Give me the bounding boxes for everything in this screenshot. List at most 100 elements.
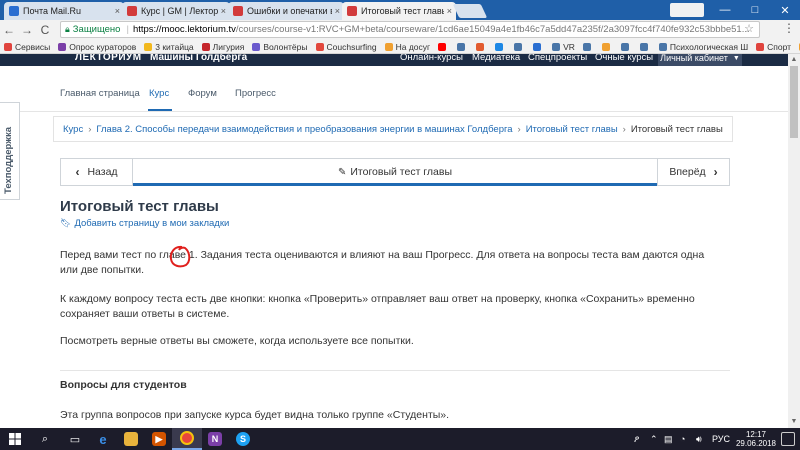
browser-tab-test[interactable]: Итоговый тест главы | И × [342, 2, 456, 20]
breadcrumb-separator: › [517, 123, 521, 135]
course-name[interactable]: Машины Голдберга [150, 54, 247, 63]
scroll-thumb[interactable] [790, 66, 798, 138]
volume-icon[interactable]: 🔊︎ [696, 428, 702, 450]
section-title: Вопросы для студентов [60, 379, 187, 391]
new-tab-button[interactable] [452, 4, 488, 18]
browser-tab-errors[interactable]: Ошибки и опечатки в те × [228, 2, 344, 20]
close-icon[interactable]: × [115, 6, 120, 16]
bookmark-favicon-icon [533, 42, 542, 51]
bookmark-item[interactable]: 3 китайца [144, 41, 194, 52]
site-header: ЛЕКТОРИУМ Машины Голдберга Онлайн-курсы … [0, 54, 788, 66]
bookmark-favicon-icon [58, 42, 67, 51]
nav-media[interactable]: Медиатека [472, 54, 520, 63]
bookmark-item[interactable] [514, 42, 525, 51]
edit-icon: ✎ [337, 166, 347, 178]
add-bookmark-link[interactable]: 🔖︎ Добавить страницу в мои закладки [60, 218, 229, 229]
breadcrumb-section[interactable]: Итоговый тест главы [526, 124, 618, 135]
scroll-up-icon[interactable]: ▲ [788, 54, 800, 66]
bookmark-item[interactable]: Лигурия [201, 42, 244, 52]
bookmark-item[interactable]: VR [552, 42, 575, 52]
bookmark-item[interactable]: Психологическая Ш [658, 42, 748, 52]
breadcrumb-course[interactable]: Курс [63, 124, 83, 135]
bookmark-item[interactable] [438, 42, 449, 51]
bookmark-item[interactable]: Опрос кураторов [58, 42, 136, 52]
bookmark-item[interactable] [620, 42, 632, 51]
bookmark-item[interactable] [476, 42, 487, 51]
task-view-icon[interactable]: ▭ [60, 428, 90, 450]
sequence-current-unit[interactable]: ✎ Итоговый тест главы [133, 159, 657, 185]
tab-home[interactable]: Главная страница [60, 88, 140, 99]
search-icon[interactable]: ⌕ [30, 428, 60, 450]
bookmark-item[interactable]: Couchsurfing [315, 42, 377, 52]
browser-tab-strip: Почта Mail.Ru × Курс | GM | Лекториум × … [0, 0, 800, 20]
nav-special-projects[interactable]: Спецпроекты [528, 54, 587, 63]
breadcrumb-chapter[interactable]: Глава 2. Способы передачи взаимодействия… [96, 124, 512, 135]
windows-start-icon[interactable] [0, 428, 30, 450]
browser-tab-course[interactable]: Курс | GM | Лекториум × [122, 2, 230, 20]
bookmark-item[interactable] [533, 42, 544, 51]
forward-arrow-icon[interactable]: → [18, 23, 36, 37]
bookmark-item[interactable] [495, 42, 506, 51]
bookmark-item[interactable]: На досуг [384, 42, 430, 52]
skype-icon[interactable]: S [228, 428, 258, 450]
network-icon[interactable]: ◔ [680, 428, 685, 450]
address-separator: | [126, 24, 129, 35]
reload-icon[interactable]: C [36, 23, 54, 37]
close-icon[interactable]: × [335, 6, 340, 16]
support-side-tab[interactable]: Техподдержка [0, 102, 20, 200]
prev-button[interactable]: ‹ Назад [61, 159, 133, 185]
close-icon[interactable]: × [221, 6, 226, 16]
tab-course[interactable]: Курс [149, 88, 169, 99]
bookmark-favicon-icon [495, 42, 504, 51]
page-scrollbar[interactable]: ▲ ▼ [788, 54, 800, 428]
page-title: Итоговый тест главы [60, 198, 219, 215]
bookmark-item[interactable]: Спорт [756, 42, 791, 52]
input-language[interactable]: РУС [712, 428, 730, 450]
bookmark-item[interactable] [601, 42, 613, 51]
maximize-icon[interactable]: □ [740, 0, 770, 20]
system-clock[interactable]: 12:17 29.06.2018 [733, 430, 779, 448]
tab-forum[interactable]: Форум [188, 88, 217, 99]
tab-progress[interactable]: Прогресс [235, 88, 276, 99]
file-explorer-icon[interactable] [116, 428, 146, 450]
media-player-icon[interactable]: ▶ [144, 428, 174, 450]
bookmark-item[interactable] [582, 42, 594, 51]
window-close-icon[interactable]: ✕ [770, 0, 800, 20]
clock-date: 29.06.2018 [735, 439, 777, 448]
bookmark-icon: 🔖︎ [60, 218, 72, 228]
bookmark-label: Опрос кураторов [69, 41, 137, 52]
close-icon[interactable]: × [447, 6, 452, 16]
scroll-down-icon[interactable]: ▼ [788, 416, 800, 428]
sequence-nav: ‹ Назад ✎ Итоговый тест главы Вперёд › [60, 158, 730, 186]
site-logo[interactable]: ЛЕКТОРИУМ [75, 54, 142, 63]
personal-cabinet-button[interactable]: Личный кабинет ▼ [658, 54, 742, 66]
nav-online-courses[interactable]: Онлайн-курсы [400, 54, 463, 63]
address-bar[interactable]: 🔒︎ Защищено | https://mooc.lektorium.tv … [60, 21, 760, 38]
tray-app-icon[interactable]: ▤ [664, 428, 673, 450]
profile-button[interactable] [670, 3, 704, 17]
onenote-icon[interactable]: N [200, 428, 230, 450]
chrome-icon[interactable] [172, 428, 202, 450]
bookmark-item[interactable] [457, 42, 468, 51]
breadcrumb-current: Итоговый тест главы [630, 123, 723, 135]
bookmark-favicon-icon [457, 42, 466, 51]
bookmark-label: Сервисы [15, 41, 51, 52]
people-icon[interactable]: ዖ [634, 428, 639, 450]
bookmark-item[interactable] [639, 42, 651, 51]
edge-browser-icon[interactable]: e [88, 428, 118, 450]
bookmark-label: Волонтёры [263, 41, 308, 52]
bookmark-label: 3 китайца [155, 41, 194, 52]
minimize-icon[interactable]: — [710, 0, 740, 20]
bookmark-item[interactable]: Сервисы [4, 42, 50, 52]
notifications-icon[interactable] [781, 432, 795, 446]
tray-chevron-up-icon[interactable]: ⌃ [650, 428, 658, 450]
lektorium-favicon-icon [127, 6, 137, 16]
nav-offline-courses[interactable]: Очные курсы [595, 54, 653, 63]
browser-tab-mail[interactable]: Почта Mail.Ru × [4, 2, 124, 20]
next-button[interactable]: Вперёд › [657, 159, 729, 185]
browser-menu-icon[interactable]: ⋮ [782, 21, 796, 35]
breadcrumb: Курс › Глава 2. Способы передачи взаимод… [53, 116, 733, 142]
back-arrow-icon[interactable]: ← [0, 23, 18, 37]
bookmark-star-icon[interactable]: ☆ [744, 22, 754, 35]
bookmark-item[interactable]: Волонтёры [252, 41, 308, 52]
